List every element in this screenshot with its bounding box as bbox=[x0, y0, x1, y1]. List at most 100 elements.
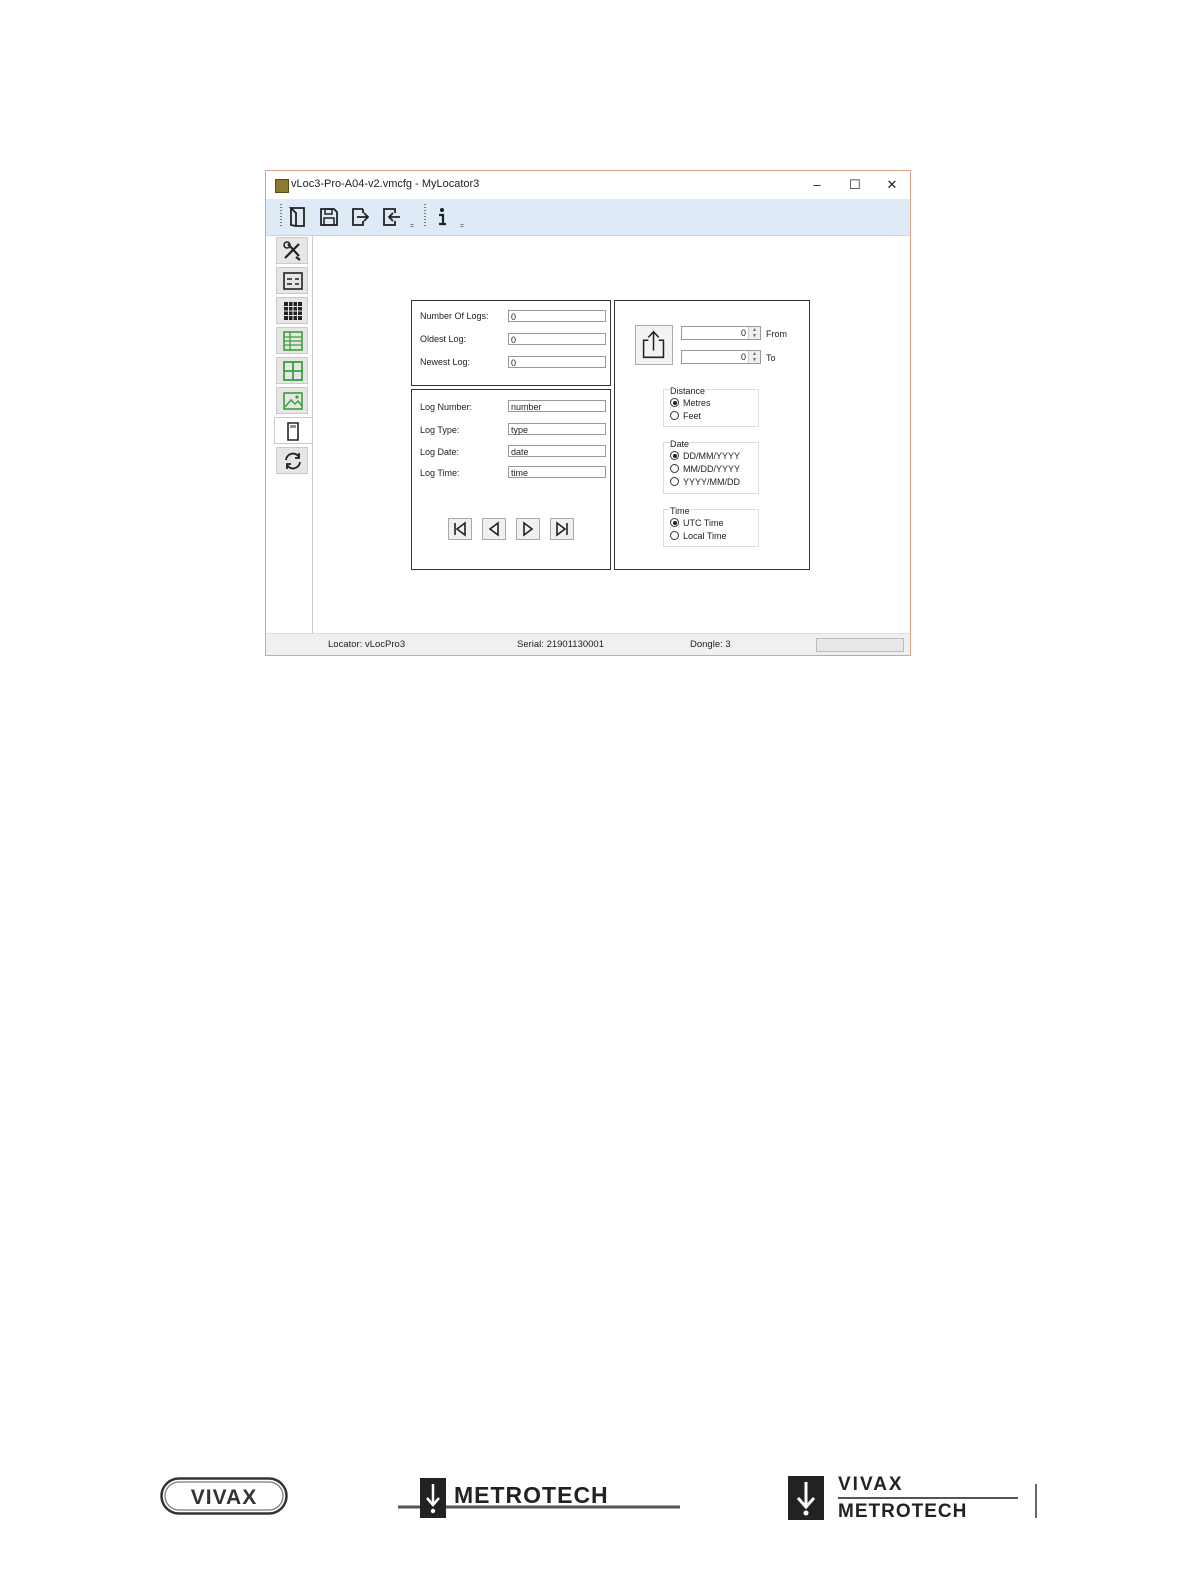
oldest-log-field[interactable]: 0 bbox=[508, 333, 606, 345]
toolbar-grip-2[interactable] bbox=[424, 204, 426, 228]
vm-logo-top-text: VIVAX bbox=[838, 1474, 904, 1495]
newest-log-label: Newest Log: bbox=[420, 357, 471, 367]
radio-dot bbox=[670, 451, 679, 460]
time-group: Time UTC Time Local Time bbox=[663, 506, 759, 547]
sidebar-item-settings-list[interactable] bbox=[276, 267, 308, 294]
radio-metres[interactable]: Metres bbox=[670, 398, 711, 408]
oldest-log-label: Oldest Log: bbox=[420, 334, 467, 344]
info-button[interactable] bbox=[431, 205, 453, 229]
image-green-icon bbox=[283, 392, 303, 410]
log-summary-panel: Number Of Logs: 0 Oldest Log: 0 Newest L… bbox=[411, 300, 611, 386]
toolbar: = = bbox=[266, 199, 910, 236]
radio-dot bbox=[670, 531, 679, 540]
sd-card-icon bbox=[287, 422, 299, 441]
open-file-icon bbox=[288, 207, 305, 227]
radio-local-time[interactable]: Local Time bbox=[670, 531, 727, 541]
layout-green-icon bbox=[283, 361, 303, 381]
log-type-field[interactable]: type bbox=[508, 423, 606, 435]
newest-log-field[interactable]: 0 bbox=[508, 356, 606, 368]
vivax-logo: VIVAX bbox=[160, 1477, 288, 1515]
sidebar-item-sync[interactable] bbox=[276, 447, 308, 474]
next-log-button[interactable] bbox=[516, 518, 540, 540]
sidebar-item-tools[interactable] bbox=[276, 237, 308, 264]
radio-label: Metres bbox=[683, 398, 711, 408]
title-bar: vLoc3-Pro-A04-v2.vmcfg - MyLocator3 – ☐ … bbox=[266, 171, 910, 199]
save-button[interactable] bbox=[318, 205, 340, 229]
radio-label: Feet bbox=[683, 411, 702, 421]
app-window: vLoc3-Pro-A04-v2.vmcfg - MyLocator3 – ☐ … bbox=[265, 170, 911, 656]
table-green-icon bbox=[283, 331, 303, 351]
log-date-field[interactable]: date bbox=[508, 445, 606, 457]
radio-mm-dd-yyyy[interactable]: MM/DD/YYYY bbox=[670, 464, 740, 474]
date-title: Date bbox=[670, 439, 690, 449]
app-icon bbox=[275, 179, 289, 193]
previous-log-button[interactable] bbox=[482, 518, 506, 540]
toolbar-dropdown-1[interactable]: = bbox=[410, 223, 414, 230]
sidebar-item-image[interactable] bbox=[276, 387, 308, 414]
sidebar-item-layout[interactable] bbox=[276, 357, 308, 384]
previous-icon bbox=[488, 521, 499, 537]
to-value: 0 bbox=[740, 352, 746, 362]
status-dongle: Dongle: 3 bbox=[690, 639, 731, 650]
next-icon bbox=[523, 521, 534, 537]
minimize-button[interactable]: – bbox=[802, 175, 832, 195]
last-log-button[interactable] bbox=[550, 518, 574, 540]
status-progress-bar bbox=[816, 638, 904, 652]
radio-label: DD/MM/YYYY bbox=[683, 451, 741, 461]
log-number-label: Log Number: bbox=[420, 402, 473, 412]
export-button[interactable] bbox=[349, 205, 371, 229]
radio-dot bbox=[670, 477, 679, 486]
radio-utc-time[interactable]: UTC Time bbox=[670, 518, 724, 528]
radio-label: MM/DD/YYYY bbox=[683, 464, 741, 474]
sidebar-item-table[interactable] bbox=[276, 327, 308, 354]
radio-dot bbox=[670, 411, 679, 420]
import-icon bbox=[383, 208, 400, 226]
from-spinner-arrows[interactable]: ▲ ▼ bbox=[748, 327, 760, 339]
close-button[interactable]: ✕ bbox=[877, 175, 907, 195]
radio-dot bbox=[670, 398, 679, 407]
log-detail-panel: Log Number: number Log Type: type Log Da… bbox=[411, 389, 611, 570]
import-button[interactable] bbox=[380, 205, 402, 229]
log-time-field[interactable]: time bbox=[508, 466, 606, 478]
toolbar-grip[interactable] bbox=[280, 204, 282, 228]
sidebar bbox=[274, 237, 312, 637]
radio-feet[interactable]: Feet bbox=[670, 411, 701, 421]
to-spinner[interactable]: 0 ▲ ▼ bbox=[681, 350, 761, 364]
metrotech-logo: METROTECH bbox=[398, 1478, 680, 1518]
radio-dot bbox=[670, 464, 679, 473]
export-icon bbox=[352, 208, 370, 226]
radio-label: UTC Time bbox=[683, 518, 724, 528]
vivax-logo-text: VIVAX bbox=[191, 1486, 257, 1509]
log-time-label: Log Time: bbox=[420, 468, 460, 478]
log-type-label: Log Type: bbox=[420, 425, 460, 435]
status-serial: Serial: 21901130001 bbox=[517, 639, 604, 650]
radio-yyyy-mm-dd[interactable]: YYYY/MM/DD bbox=[670, 477, 740, 487]
first-log-button[interactable] bbox=[448, 518, 472, 540]
metrotech-logo-text: METROTECH bbox=[454, 1482, 609, 1508]
from-value: 0 bbox=[740, 328, 746, 338]
status-bar: Locator: vLocPro3 Serial: 21901130001 Do… bbox=[266, 633, 910, 655]
status-locator: Locator: vLocPro3 bbox=[328, 639, 406, 650]
date-group: Date DD/MM/YYYY MM/DD/YYYY YYYY/MM/DD bbox=[663, 439, 759, 494]
from-spinner[interactable]: 0 ▲ ▼ bbox=[681, 326, 761, 340]
distance-group: Distance Metres Feet bbox=[663, 386, 759, 427]
radio-label: Local Time bbox=[683, 531, 727, 541]
maximize-button[interactable]: ☐ bbox=[840, 175, 870, 195]
content-area: Number Of Logs: 0 Oldest Log: 0 Newest L… bbox=[312, 236, 909, 634]
number-of-logs-field[interactable]: 0 bbox=[508, 310, 606, 322]
export-logs-button[interactable] bbox=[635, 325, 673, 365]
radio-dd-mm-yyyy[interactable]: DD/MM/YYYY bbox=[670, 451, 740, 461]
sidebar-item-logs[interactable] bbox=[274, 417, 312, 444]
open-file-button[interactable] bbox=[287, 205, 309, 229]
log-number-field[interactable]: number bbox=[508, 400, 606, 412]
save-icon bbox=[320, 208, 338, 226]
toolbar-dropdown-2[interactable]: = bbox=[460, 223, 464, 230]
vivax-metrotech-logo: VIVAX METROTECH bbox=[788, 1474, 1037, 1522]
log-date-label: Log Date: bbox=[420, 447, 460, 457]
sidebar-item-grid[interactable] bbox=[276, 297, 308, 324]
skip-last-icon bbox=[556, 521, 568, 537]
window-title: vLoc3-Pro-A04-v2.vmcfg - MyLocator3 bbox=[291, 178, 480, 190]
to-label: To bbox=[766, 353, 776, 363]
from-label: From bbox=[766, 329, 787, 339]
to-spinner-arrows[interactable]: ▲ ▼ bbox=[748, 351, 760, 363]
